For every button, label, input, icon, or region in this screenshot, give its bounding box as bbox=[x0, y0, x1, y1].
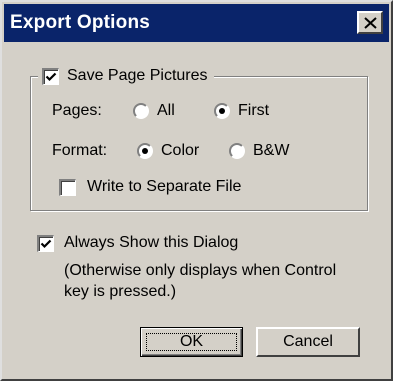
pages-first-option[interactable]: First bbox=[214, 100, 269, 122]
format-bw-option[interactable]: B&W bbox=[229, 140, 289, 162]
radio-selected-dot bbox=[219, 108, 225, 114]
format-row: Format: bbox=[52, 140, 107, 162]
format-color-radio[interactable] bbox=[137, 143, 153, 159]
radio-selected-dot bbox=[142, 148, 148, 154]
checkmark-icon bbox=[40, 239, 52, 248]
pages-first-label: First bbox=[238, 102, 270, 119]
pages-row: Pages: bbox=[52, 100, 102, 122]
pages-all-radio[interactable] bbox=[133, 103, 149, 119]
checkmark-icon bbox=[45, 72, 57, 81]
note-line-2: key is pressed.) bbox=[64, 283, 177, 300]
write-separate-file-checkbox[interactable] bbox=[59, 178, 76, 196]
format-label: Format: bbox=[52, 142, 108, 159]
save-page-pictures-label: Save Page Pictures bbox=[67, 67, 208, 84]
pages-label: Pages: bbox=[52, 102, 102, 119]
always-show-note: (Otherwise only displays when Control ke… bbox=[64, 260, 374, 302]
dialog-title: Export Options bbox=[10, 12, 151, 33]
save-page-pictures-option[interactable]: Save Page Pictures bbox=[38, 64, 214, 88]
save-page-pictures-checkbox[interactable] bbox=[42, 67, 59, 85]
always-show-option[interactable]: Always Show this Dialog bbox=[37, 232, 238, 254]
always-show-checkbox[interactable] bbox=[37, 234, 54, 252]
write-separate-file-option[interactable]: Write to Separate File bbox=[59, 176, 241, 198]
format-bw-radio[interactable] bbox=[229, 143, 245, 159]
note-line-1: (Otherwise only displays when Control bbox=[64, 262, 337, 279]
pages-first-radio[interactable] bbox=[214, 103, 230, 119]
cancel-button-label: Cancel bbox=[283, 333, 333, 350]
close-icon bbox=[364, 17, 377, 29]
write-separate-file-label: Write to Separate File bbox=[87, 178, 242, 195]
pages-all-option[interactable]: All bbox=[133, 100, 175, 122]
ok-button[interactable]: OK bbox=[140, 327, 243, 357]
cancel-button[interactable]: Cancel bbox=[256, 327, 360, 357]
focus-rectangle bbox=[146, 333, 237, 351]
always-show-label: Always Show this Dialog bbox=[64, 234, 239, 251]
pages-all-label: All bbox=[157, 102, 175, 119]
format-bw-label: B&W bbox=[253, 142, 290, 159]
format-color-label: Color bbox=[161, 142, 200, 159]
format-color-option[interactable]: Color bbox=[137, 140, 199, 162]
title-bar[interactable]: Export Options bbox=[4, 4, 389, 42]
export-options-dialog: Export Options Save Page Pictures Pages:… bbox=[0, 0, 393, 381]
close-button[interactable] bbox=[357, 11, 383, 34]
